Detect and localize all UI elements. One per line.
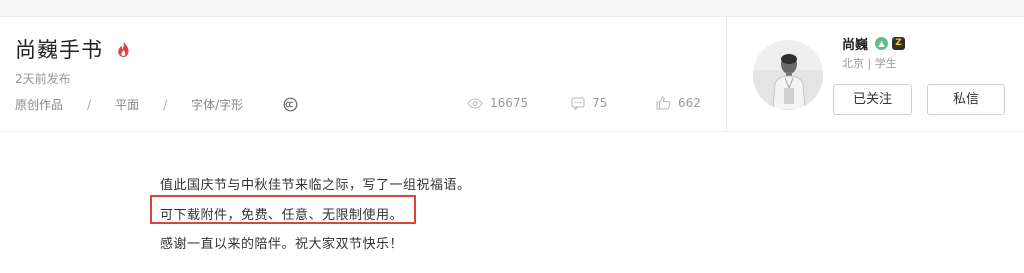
view-count: 16675 bbox=[467, 96, 528, 110]
description-line: 感谢一直以来的陪伴。祝大家双节快乐！ bbox=[160, 237, 404, 252]
page-title: 尚巍手书 bbox=[15, 38, 103, 62]
author-name[interactable]: 尚巍 bbox=[842, 34, 868, 53]
like-count[interactable]: 662 bbox=[656, 96, 701, 110]
work-info: 尚巍手书 2天前发布 原创作品 / 平面 / 字体/字形 16675 75 66… bbox=[0, 17, 726, 131]
work-description: 值此国庆节与中秋佳节来临之际，写了一组祝福语。 可下载附件，免费、任意、无限制使… bbox=[0, 132, 1024, 273]
comment-count-value: 75 bbox=[592, 96, 608, 110]
verified-badge-icon: ▲ bbox=[875, 37, 889, 50]
title-row: 尚巍手书 bbox=[15, 34, 130, 64]
comment-icon bbox=[571, 96, 585, 110]
author-location: 北京 | 学生 bbox=[842, 57, 897, 70]
category-graphic-link[interactable]: 平面 bbox=[115, 96, 139, 113]
like-count-value: 662 bbox=[678, 96, 701, 110]
breadcrumb: 原创作品 / 平面 / 字体/字形 bbox=[15, 96, 298, 113]
thumbs-up-icon bbox=[656, 96, 671, 110]
category-original-link[interactable]: 原创作品 bbox=[15, 96, 63, 113]
message-button[interactable]: 私信 bbox=[927, 84, 1005, 115]
level-badge-icon: Z bbox=[892, 37, 906, 50]
comment-count[interactable]: 75 bbox=[571, 96, 607, 110]
publish-date: 2天前发布 bbox=[15, 72, 71, 86]
creative-commons-icon[interactable] bbox=[283, 97, 298, 112]
follow-button[interactable]: 已关注 bbox=[833, 84, 912, 115]
description-line-highlighted: 可下载附件，免费、任意、无限制使用。 bbox=[160, 208, 404, 223]
fire-icon bbox=[117, 41, 130, 57]
breadcrumb-separator: / bbox=[163, 97, 168, 112]
category-font-link[interactable]: 字体/字形 bbox=[191, 96, 243, 113]
breadcrumb-separator: / bbox=[87, 97, 92, 112]
work-header-card: 尚巍手书 2天前发布 原创作品 / 平面 / 字体/字形 16675 75 66… bbox=[0, 16, 1024, 132]
view-count-value: 16675 bbox=[490, 96, 529, 110]
avatar[interactable] bbox=[753, 40, 823, 110]
author-name-row: 尚巍 ▲ Z bbox=[842, 34, 906, 53]
description-line: 值此国庆节与中秋佳节来临之际，写了一组祝福语。 bbox=[160, 178, 471, 193]
author-panel: 尚巍 ▲ Z 北京 | 学生 已关注 私信 bbox=[727, 17, 1024, 131]
eye-icon bbox=[467, 97, 483, 109]
